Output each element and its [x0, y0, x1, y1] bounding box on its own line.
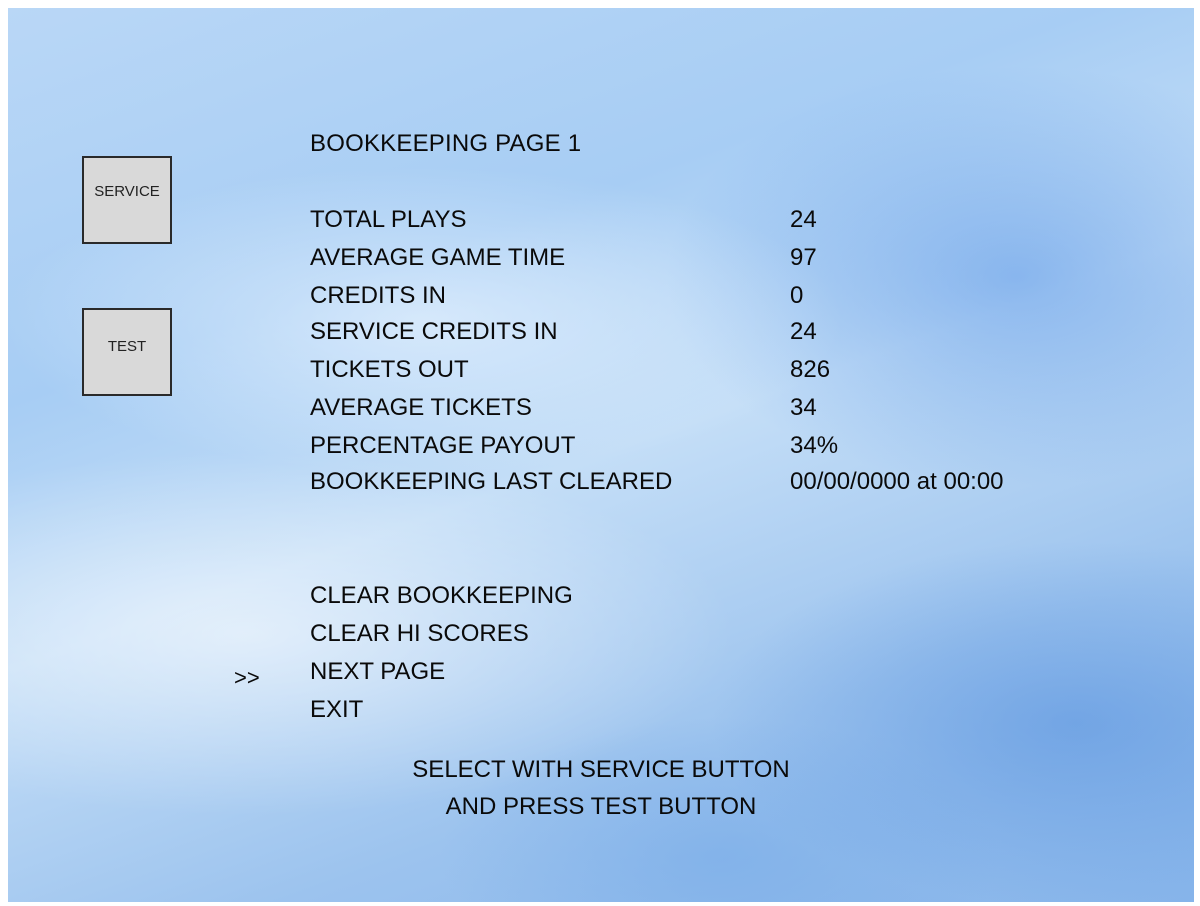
stat-value: 34 [790, 394, 817, 421]
page-title: BOOKKEEPING PAGE 1 [310, 130, 582, 157]
stat-label: SERVICE CREDITS IN [310, 318, 558, 345]
stat-value: 00/00/0000 at 00:00 [790, 468, 1004, 495]
instruction-line-2: AND PRESS TEST BUTTON [445, 793, 757, 820]
instruction-line-1: SELECT WITH SERVICE BUTTON [412, 756, 790, 783]
stat-value: 826 [790, 356, 831, 383]
menu-item-exit[interactable]: EXIT [310, 696, 363, 724]
stat-row-percentage-payout: PERCENTAGE PAYOUT 34% [310, 432, 1110, 468]
stat-row-average-tickets: AVERAGE TICKETS 34 [310, 394, 1110, 430]
menu-item-clear-bookkeeping[interactable]: CLEAR BOOKKEEPING [310, 582, 573, 610]
menu-item-clear-hi-scores[interactable]: CLEAR HI SCORES [310, 620, 529, 648]
stat-row-credits-in: CREDITS IN 0 [310, 282, 1110, 318]
menu-item-next-page[interactable]: NEXT PAGE [310, 658, 445, 686]
menu-cursor: >> [234, 665, 260, 690]
service-button[interactable]: SERVICE [82, 156, 172, 244]
stat-value: 34% [790, 432, 839, 459]
stat-value: 24 [790, 206, 817, 233]
stat-row-tickets-out: TICKETS OUT 826 [310, 356, 1110, 392]
stat-value: 97 [790, 244, 817, 271]
stat-label: TICKETS OUT [310, 356, 469, 383]
stat-label: AVERAGE GAME TIME [310, 244, 566, 271]
stat-value: 0 [790, 282, 804, 309]
stat-label: TOTAL PLAYS [310, 206, 467, 233]
stat-row-total-plays: TOTAL PLAYS 24 [310, 206, 1110, 242]
stat-label: CREDITS IN [310, 282, 447, 309]
stat-label: BOOKKEEPING LAST CLEARED [310, 468, 673, 495]
stat-row-bookkeeping-last-cleared: BOOKKEEPING LAST CLEARED 00/00/0000 at 0… [310, 468, 1110, 504]
stat-row-service-credits-in: SERVICE CREDITS IN 24 [310, 318, 1110, 354]
test-button-label: TEST [107, 337, 147, 355]
stat-row-average-game-time: AVERAGE GAME TIME 97 [310, 244, 1110, 280]
test-button[interactable]: TEST [82, 308, 172, 396]
bookkeeping-screen: SERVICE TEST BOOKKEEPING PAGE 1 TOTAL PL… [8, 8, 1194, 902]
stat-label: AVERAGE TICKETS [310, 394, 532, 421]
stat-value: 24 [790, 318, 817, 345]
stat-label: PERCENTAGE PAYOUT [310, 432, 576, 459]
service-button-label: SERVICE [94, 182, 160, 200]
